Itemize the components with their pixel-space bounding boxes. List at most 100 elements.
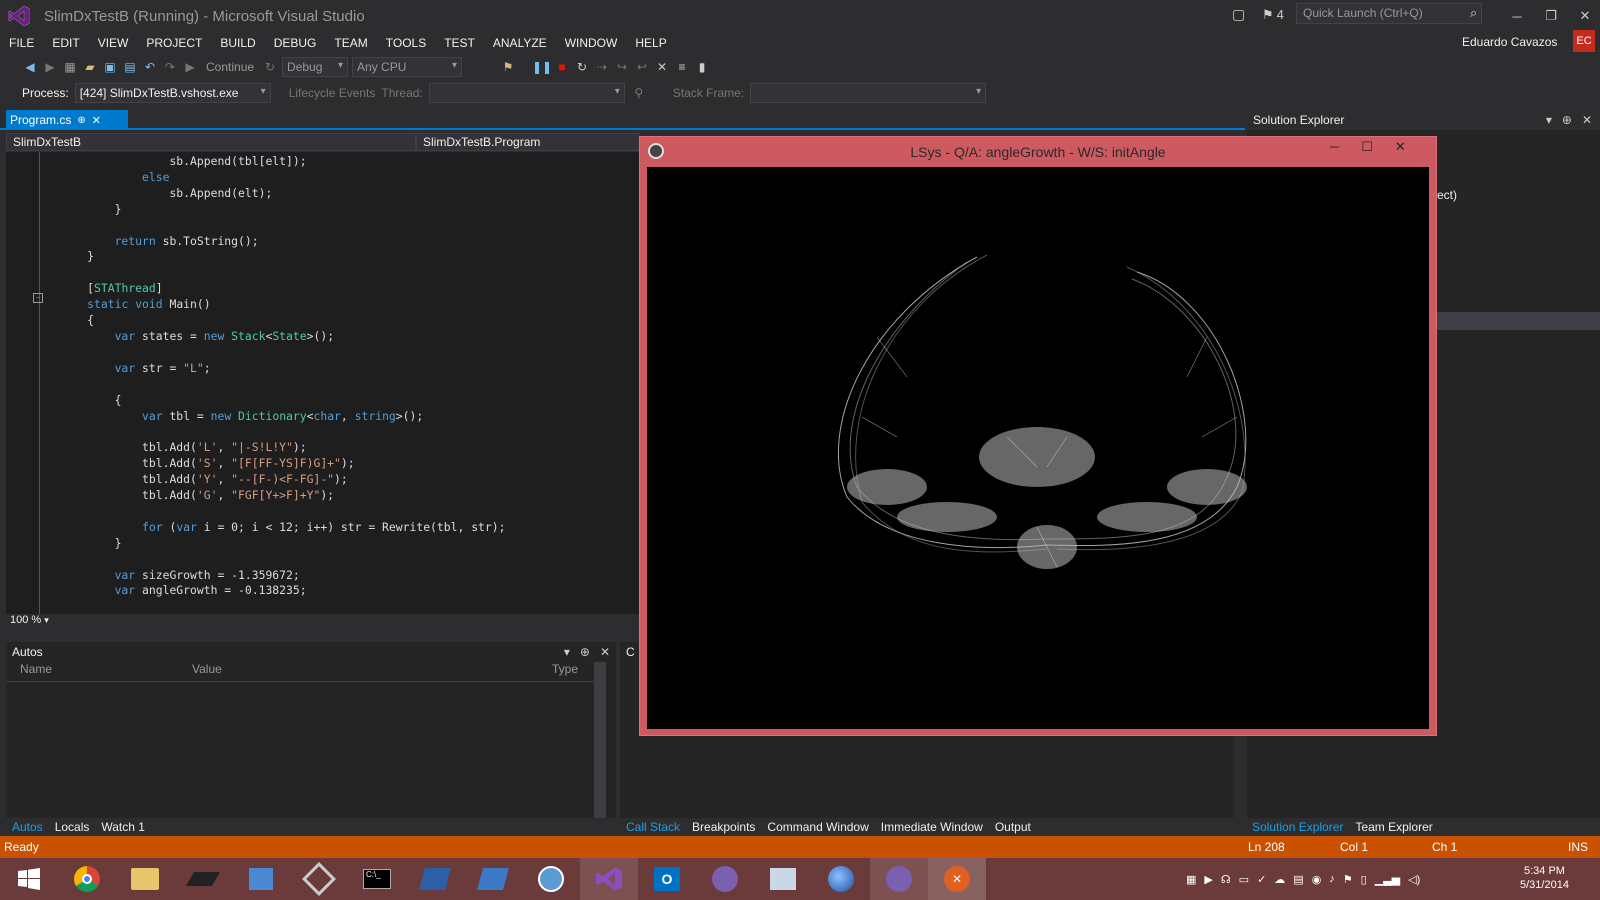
stack-frame-select[interactable]	[750, 83, 987, 103]
autos-tab-autos[interactable]: Autos	[12, 820, 43, 834]
class-dropdown[interactable]: SlimDxTestB.Program	[416, 133, 640, 151]
xming-icon[interactable]: ✕	[928, 858, 986, 900]
bookmark-icon[interactable]: ▮	[694, 59, 710, 75]
stop-icon[interactable]: ■	[554, 59, 570, 75]
comment-icon[interactable]: ≡	[674, 59, 690, 75]
restore-button[interactable]: ❐	[1534, 3, 1568, 29]
autos-scrollbar[interactable]	[594, 662, 606, 818]
find-icon[interactable]: ⚑	[500, 59, 516, 75]
control-panel-icon[interactable]	[232, 858, 290, 900]
process-select[interactable]: [424] SlimDxTestB.vshost.exe	[74, 83, 271, 103]
close-button[interactable]: ✕	[1568, 3, 1600, 29]
tray-media-icon[interactable]: ▶	[1204, 873, 1212, 886]
open-file-icon[interactable]: ▰	[82, 59, 98, 75]
solution-node[interactable]: ect)	[1437, 188, 1457, 202]
minimize-button[interactable]: ─	[1330, 139, 1339, 155]
collapse-icon[interactable]: −	[33, 293, 43, 303]
debug-tab-call-stack[interactable]: Call Stack	[626, 820, 680, 834]
maximize-button[interactable]: ☐	[1361, 139, 1373, 155]
forward-icon[interactable]: ▶	[42, 59, 58, 75]
tray-chrome-icon[interactable]: ◉	[1312, 873, 1322, 886]
project-dropdown[interactable]: SlimDxTestB	[6, 133, 416, 151]
powershell-icon[interactable]	[406, 858, 464, 900]
tray-display-icon[interactable]: ▭	[1239, 873, 1249, 886]
emacs-icon[interactable]	[696, 858, 754, 900]
code-editor[interactable]: − sb.Append(tbl[elt]); else sb.Append(el…	[6, 152, 640, 614]
solution-tab-team-explorer[interactable]: Team Explorer	[1355, 820, 1432, 834]
selected-node[interactable]	[1437, 312, 1600, 330]
close-tab-icon[interactable]: ✕	[92, 114, 101, 127]
avatar[interactable]: EC	[1573, 30, 1595, 52]
chrome-icon[interactable]	[58, 858, 116, 900]
col-name[interactable]: Name	[6, 662, 186, 681]
col-value[interactable]: Value	[186, 662, 546, 681]
tray-battery-icon[interactable]: ▯	[1361, 873, 1367, 886]
search-icon[interactable]: ⌕	[1470, 5, 1477, 21]
clock[interactable]: 5:34 PM 5/31/2014	[1520, 864, 1569, 892]
tray-network-icon[interactable]: ▤	[1293, 873, 1303, 886]
quick-launch-input[interactable]: Quick Launch (Ctrl+Q)	[1296, 3, 1482, 24]
menu-build[interactable]: BUILD	[211, 36, 264, 50]
new-project-icon[interactable]: ▦	[62, 59, 78, 75]
emacs-icon-2[interactable]	[870, 858, 928, 900]
close-button[interactable]: ✕	[1395, 139, 1406, 155]
menu-help[interactable]: HELP	[626, 36, 675, 50]
step-out-icon[interactable]: ↩	[634, 59, 650, 75]
save-all-icon[interactable]: ▤	[122, 59, 138, 75]
render-canvas[interactable]	[647, 167, 1429, 729]
close-icon[interactable]: ✕	[600, 645, 610, 659]
pin-icon[interactable]: ⊕	[1562, 113, 1572, 127]
menu-analyze[interactable]: ANALYZE	[484, 36, 556, 50]
pin-icon[interactable]: ⊕	[77, 115, 85, 126]
minimize-button[interactable]: ─	[1500, 3, 1534, 29]
step-into-icon[interactable]: ⇢	[594, 59, 610, 75]
debug-tab-immediate-window[interactable]: Immediate Window	[881, 820, 983, 834]
back-icon[interactable]: ◀	[22, 59, 38, 75]
debug-tab-breakpoints[interactable]: Breakpoints	[692, 820, 755, 834]
google-earth-icon[interactable]	[812, 858, 870, 900]
close-icon[interactable]: ✕	[1582, 113, 1592, 127]
tray-check-icon[interactable]: ✓	[1257, 873, 1266, 886]
visual-studio-taskbar-icon[interactable]	[580, 858, 638, 900]
menu-debug[interactable]: DEBUG	[265, 36, 326, 50]
lsys-window[interactable]: LSys - Q/A: angleGrowth - W/S: initAngle…	[639, 136, 1437, 736]
tray-headset-icon[interactable]: ☊	[1221, 873, 1231, 886]
file-explorer-icon[interactable]	[116, 858, 174, 900]
cmd-icon[interactable]: C:\_	[348, 858, 406, 900]
lifecycle-events-button[interactable]: Lifecycle Events	[289, 86, 376, 100]
menu-file[interactable]: FILE	[0, 36, 43, 50]
menu-team[interactable]: TEAM	[325, 36, 376, 50]
tray-signal-icon[interactable]: ▁▃▅	[1375, 873, 1400, 886]
tray-bell-icon[interactable]: ♪	[1329, 873, 1335, 885]
pause-icon[interactable]: ❚❚	[532, 59, 552, 75]
feedback-icon[interactable]: ▢	[1232, 6, 1245, 23]
virtualbox-icon[interactable]	[290, 858, 348, 900]
menu-view[interactable]: VIEW	[89, 36, 138, 50]
col-type[interactable]: Type	[546, 662, 578, 681]
tray-keyboard-icon[interactable]: ▦	[1186, 873, 1196, 886]
save-icon[interactable]: ▣	[102, 59, 118, 75]
paint-icon[interactable]	[754, 858, 812, 900]
pin-icon[interactable]: ⊕	[580, 645, 590, 659]
menu-tools[interactable]: TOOLS	[377, 36, 435, 50]
solution-tab-solution-explorer[interactable]: Solution Explorer	[1252, 820, 1343, 834]
zoom-select[interactable]: 100 % ▾	[6, 614, 640, 630]
thread-select[interactable]	[428, 83, 625, 103]
tray-volume-icon[interactable]: ◁)	[1408, 873, 1420, 886]
restart-icon[interactable]: ↻	[574, 59, 590, 75]
start-button[interactable]	[0, 858, 58, 900]
autos-tab-watch-1[interactable]: Watch 1	[101, 820, 145, 834]
dropdown-icon[interactable]: ▾	[564, 645, 570, 659]
debug-tab-output[interactable]: Output	[995, 820, 1031, 834]
continue-icon[interactable]: ▶	[182, 59, 198, 75]
platform-select[interactable]: Any CPU	[352, 57, 463, 77]
menu-window[interactable]: WINDOW	[556, 36, 627, 50]
dropdown-icon[interactable]: ▾	[1546, 113, 1552, 127]
user-name[interactable]: Eduardo Cavazos	[1462, 35, 1557, 49]
undo-icon[interactable]: ↶	[142, 59, 158, 75]
menu-project[interactable]: PROJECT	[137, 36, 211, 50]
powershell-ise-icon[interactable]	[464, 858, 522, 900]
autos-tab-locals[interactable]: Locals	[55, 820, 90, 834]
app-circle-icon[interactable]	[522, 858, 580, 900]
notifications-button[interactable]: ⚑ 4	[1262, 7, 1284, 23]
